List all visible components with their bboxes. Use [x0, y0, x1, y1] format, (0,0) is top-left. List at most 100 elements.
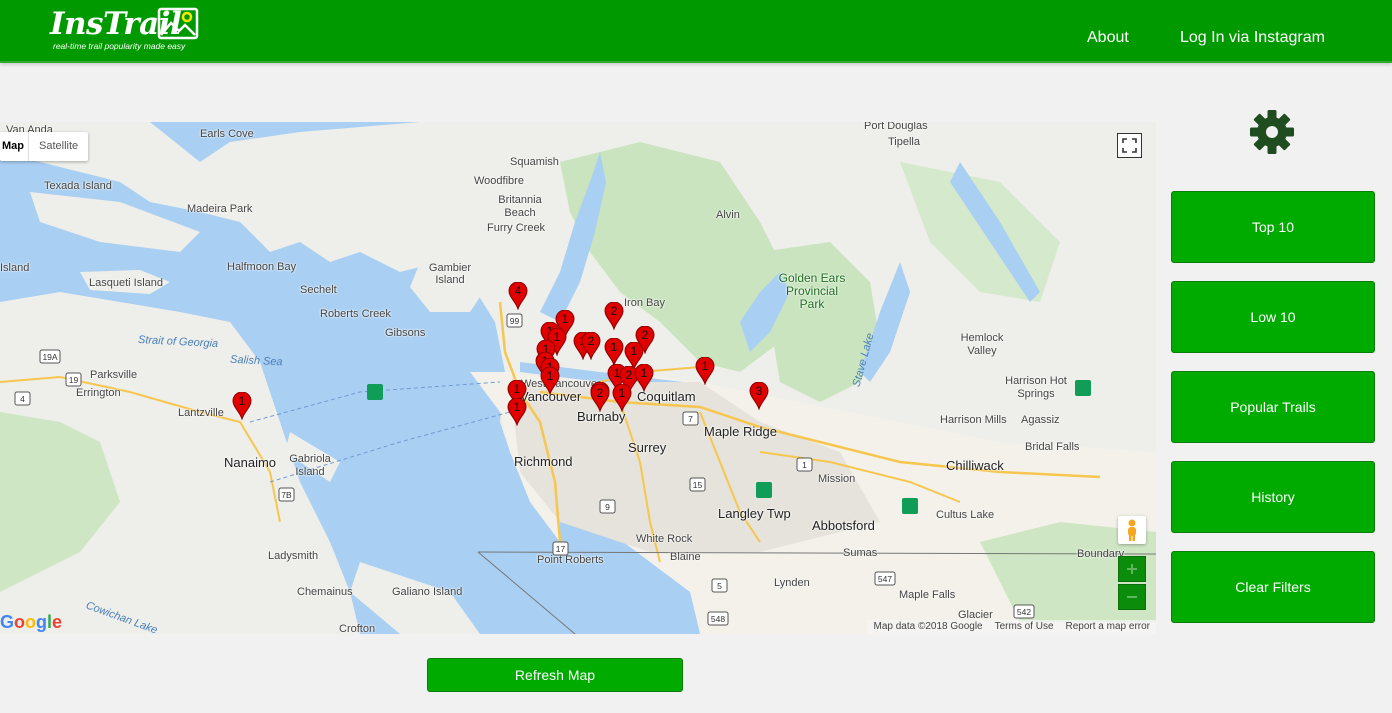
map-label: Chilliwack: [946, 458, 1004, 473]
picture-icon: [157, 7, 199, 40]
trail-marker[interactable]: 1: [695, 356, 715, 386]
map-label: Bridal Falls: [1025, 441, 1080, 453]
trail-marker-count: 2: [641, 328, 649, 342]
map-label: Nanaimo: [224, 455, 277, 470]
gear-icon[interactable]: [1248, 108, 1296, 156]
trail-marker-count: 1: [610, 340, 618, 354]
map-label: Ladysmith: [268, 550, 319, 562]
pegman-icon[interactable]: [1118, 516, 1146, 544]
map-label: Agassiz: [1021, 414, 1060, 426]
popular-trails-button[interactable]: Popular Trails: [1171, 371, 1375, 443]
map-label: Island: [0, 262, 30, 274]
map-label: Furry Creek: [487, 222, 546, 234]
zoom-out-button[interactable]: [1118, 584, 1146, 610]
map-label: Abbotsford: [812, 518, 875, 533]
fullscreen-icon[interactable]: [1117, 133, 1142, 158]
map-label: Crofton: [339, 623, 376, 634]
nav-login-link[interactable]: Log In via Instagram: [1180, 29, 1325, 47]
map-label: Alvin: [716, 209, 740, 221]
brand-tagline: real-time trail popularity made easy: [53, 41, 186, 51]
nav-about-link[interactable]: About: [1087, 29, 1129, 47]
trail-marker-count: 1: [630, 344, 638, 358]
trail-marker[interactable]: 1: [634, 363, 654, 393]
trail-marker-count: 1: [238, 394, 246, 408]
map-label: Cultus Lake: [936, 509, 995, 521]
trail-marker[interactable]: 1: [604, 337, 624, 367]
trail-marker[interactable]: 2: [604, 301, 624, 331]
refresh-map-button[interactable]: Refresh Map: [427, 658, 683, 692]
trail-marker-count: 4: [514, 284, 522, 298]
trail-marker-count: 1: [640, 366, 648, 380]
map-label: Maple Ridge: [704, 424, 777, 439]
map-label: Harrison Mills: [940, 414, 1007, 426]
trail-marker[interactable]: 4: [508, 281, 528, 311]
map-label: Gabriola Island: [289, 453, 331, 478]
map-label: Tipella: [888, 136, 920, 148]
map-label: Galiano Island: [392, 586, 463, 598]
map-label: Iron Bay: [624, 297, 665, 309]
map-label: White Rock: [636, 533, 693, 545]
map-label: Britannia Beach: [498, 194, 542, 219]
navbar: InsTrail real-time trail popularity made…: [0, 0, 1392, 63]
report-map-error-link[interactable]: Report a map error: [1060, 620, 1156, 634]
brand-logo[interactable]: InsTrail real-time trail popularity made…: [50, 4, 200, 52]
trail-marker[interactable]: 1: [507, 397, 527, 427]
trail-marker[interactable]: 1: [540, 366, 560, 396]
map-label: Lasqueti Island: [89, 277, 163, 289]
map-label: Sechelt: [300, 284, 337, 296]
trail-marker[interactable]: 3: [749, 381, 769, 411]
map-label: Sumas: [843, 547, 878, 559]
map-label: Lantzville: [178, 407, 224, 419]
trail-marker-count: 2: [610, 304, 618, 318]
map-label: Point Roberts: [537, 554, 604, 566]
map-label: Madeira Park: [187, 203, 253, 215]
map-label: Lynden: [774, 577, 810, 589]
map-label: Roberts Creek: [320, 308, 391, 320]
map-label: Port Douglas: [864, 122, 928, 132]
map-label: Squamish: [510, 156, 559, 168]
terms-of-use-link[interactable]: Terms of Use: [989, 620, 1060, 634]
map-label: Surrey: [628, 440, 667, 455]
map-label: Chemainus: [297, 586, 353, 598]
map-label: Langley Twp: [718, 506, 791, 521]
trail-marker-count: 1: [618, 386, 626, 400]
map-data-credit: Map data ©2018 Google: [873, 621, 983, 632]
trail-marker-count: 1: [513, 382, 521, 396]
map-label: Hemlock Valley: [960, 332, 1004, 357]
trail-marker[interactable]: 2: [581, 331, 601, 361]
map-label: Errington: [76, 387, 121, 399]
trail-marker[interactable]: 1: [232, 391, 252, 421]
trail-marker-count: 1: [546, 369, 554, 383]
trail-marker-count: 3: [755, 384, 763, 398]
map-label: Earls Cove: [200, 128, 254, 140]
history-button[interactable]: History: [1171, 461, 1375, 533]
map-label: Golden Ears Provincial Park: [778, 271, 846, 311]
trail-marker[interactable]: 1: [612, 383, 632, 413]
top-10-button[interactable]: Top 10: [1171, 191, 1375, 263]
map-label: Halfmoon Bay: [227, 261, 297, 273]
low-10-button[interactable]: Low 10: [1171, 281, 1375, 353]
map-label: Blaine: [670, 551, 701, 563]
trail-marker-count: 1: [513, 400, 521, 414]
trail-marker-count: 2: [587, 334, 595, 348]
google-logo: Google: [0, 612, 63, 632]
map-label: Mission: [818, 473, 856, 485]
map-label: Texada Island: [44, 180, 112, 192]
trail-map[interactable]: Van Anda Earls Cove Port Douglas Tipella…: [0, 122, 1156, 634]
map-label: Parksville: [90, 369, 138, 381]
map-label: Maple Falls: [899, 589, 956, 601]
map-label: Gibsons: [385, 327, 426, 339]
satellite-view-button[interactable]: Satellite: [29, 132, 88, 161]
map-attribution: Map data ©2018 Google Terms of Use Repor…: [867, 620, 1156, 634]
zoom-in-button[interactable]: [1118, 556, 1146, 582]
trail-marker[interactable]: 2: [590, 383, 610, 413]
map-type-control: Map Satellite: [0, 132, 89, 161]
map-label: West Vancouver: [521, 378, 601, 390]
map-label: Gambier Island: [428, 262, 472, 286]
map-view-button[interactable]: Map: [0, 132, 29, 161]
clear-filters-button[interactable]: Clear Filters: [1171, 551, 1375, 623]
map-label: Harrison Hot Springs: [1005, 375, 1067, 400]
trail-marker-count: 1: [701, 359, 709, 373]
map-label: Woodfibre: [474, 175, 524, 187]
map-label: Richmond: [514, 454, 573, 469]
